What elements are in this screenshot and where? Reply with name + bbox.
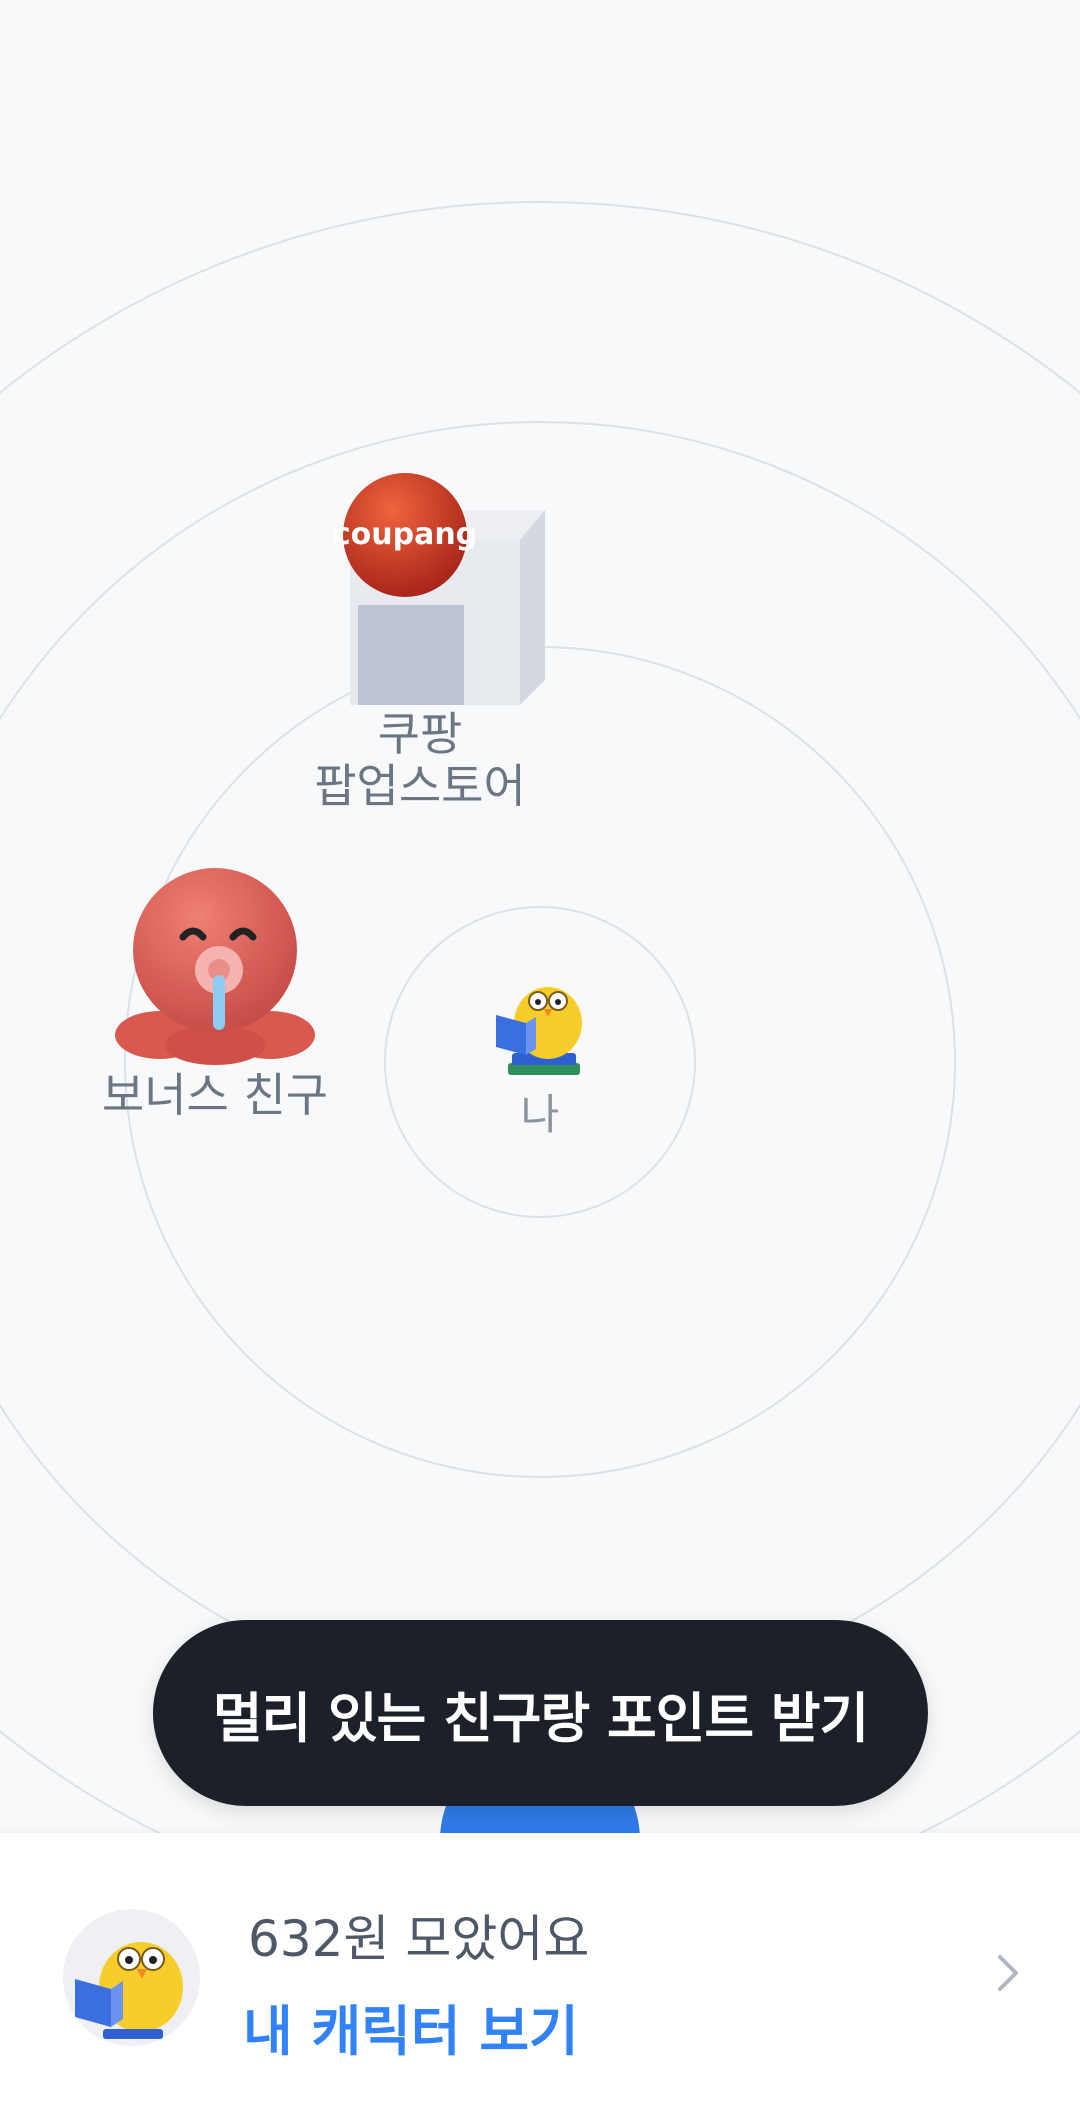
octopus-character-icon: [115, 868, 315, 1065]
reading-chick-avatar: [63, 1909, 200, 2046]
reading-chick-character-icon: [496, 987, 582, 1075]
radar-area: coupang 쿠팡 팝업스토어 보너스 친구 나 멀리 있는 친구랑 포인트 …: [0, 0, 1080, 1833]
bottom-character-bar[interactable]: 632원 모았어요 내 캐릭터 보기: [0, 1833, 1080, 2106]
coupang-popup-store[interactable]: coupang 쿠팡 팝업스토어: [314, 470, 560, 812]
bonus-friend[interactable]: 보너스 친구: [95, 865, 335, 1121]
far-friend-points-button[interactable]: 멀리 있는 친구랑 포인트 받기: [153, 1620, 928, 1806]
coupang-store-icon: coupang: [333, 473, 545, 705]
me-label: 나: [520, 1090, 560, 1139]
me-marker[interactable]: 나: [480, 965, 600, 1141]
collected-points-text: 632원 모았어요: [248, 1910, 590, 1968]
coupang-logo-text: coupang: [333, 517, 477, 552]
avatar-icon: [75, 1942, 183, 2039]
coupang-label: 쿠팡 팝업스토어: [314, 707, 526, 813]
chevron-right-icon[interactable]: [988, 1951, 1028, 1999]
view-my-character-link[interactable]: 내 캐릭터 보기: [243, 1987, 579, 2066]
bonus-friend-label: 보너스 친구: [101, 1068, 329, 1122]
